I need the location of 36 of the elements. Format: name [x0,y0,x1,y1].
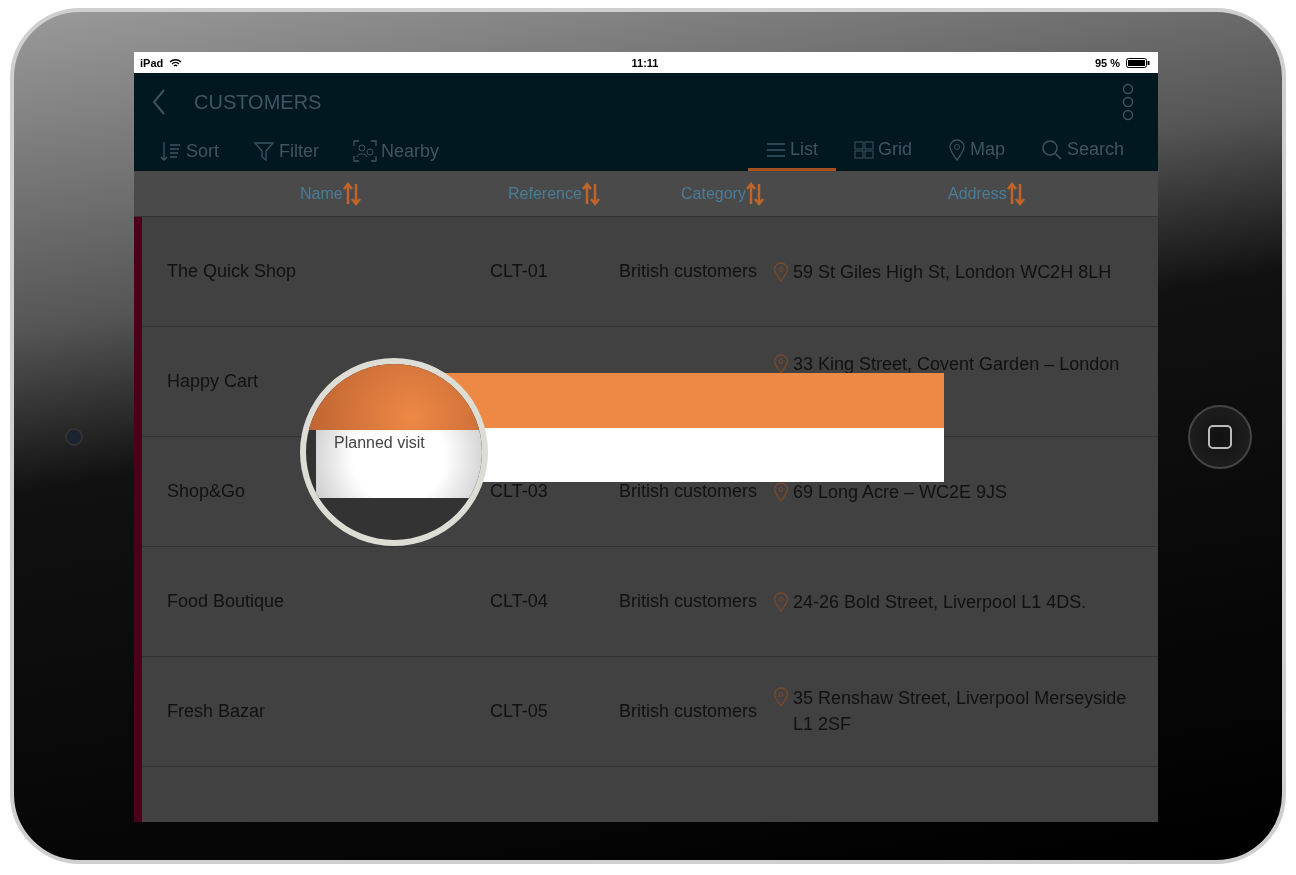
map-pin-icon [773,591,789,612]
funnel-icon [253,140,275,162]
map-pin-icon [773,354,789,374]
camera-icon [65,428,83,446]
sort-arrows-icon [745,181,764,206]
sort-icon [160,140,182,162]
map-pin-icon [773,261,789,282]
grid-icon [853,140,874,159]
column-header[interactable]: Reference [508,181,681,206]
map-pin-icon [947,138,966,161]
filter-button[interactable]: Filter [243,131,329,171]
device-name: iPad [140,56,164,69]
sort-arrows-icon [581,181,600,206]
list-icon [765,141,786,158]
screen-title: CUSTOMERS [194,90,323,114]
map-pin-icon [773,481,789,502]
sort-button[interactable]: Sort [150,131,229,171]
battery-level: 95 % [1094,56,1120,69]
map-pin-icon [773,687,789,707]
nearby-button[interactable]: Nearby [343,131,450,171]
back-icon[interactable] [152,88,166,116]
column-header[interactable]: Category [681,181,948,206]
column-header[interactable]: Name [300,181,508,206]
map-view-tab[interactable]: Map [929,131,1023,171]
more-options-icon[interactable] [1122,83,1134,121]
status-time: 11:11 [631,56,659,69]
search-icon [1040,138,1063,161]
grid-view-tab[interactable]: Grid [835,131,930,171]
search-view-tab[interactable]: Search [1022,131,1142,171]
people-icon [353,140,377,162]
menu-option[interactable]: Planned visit [334,434,425,451]
column-header[interactable]: Address [948,181,1158,206]
sort-arrows-icon [342,181,361,206]
wifi-icon [169,57,183,68]
sort-arrows-icon [1006,181,1025,206]
battery-icon [1126,57,1150,68]
